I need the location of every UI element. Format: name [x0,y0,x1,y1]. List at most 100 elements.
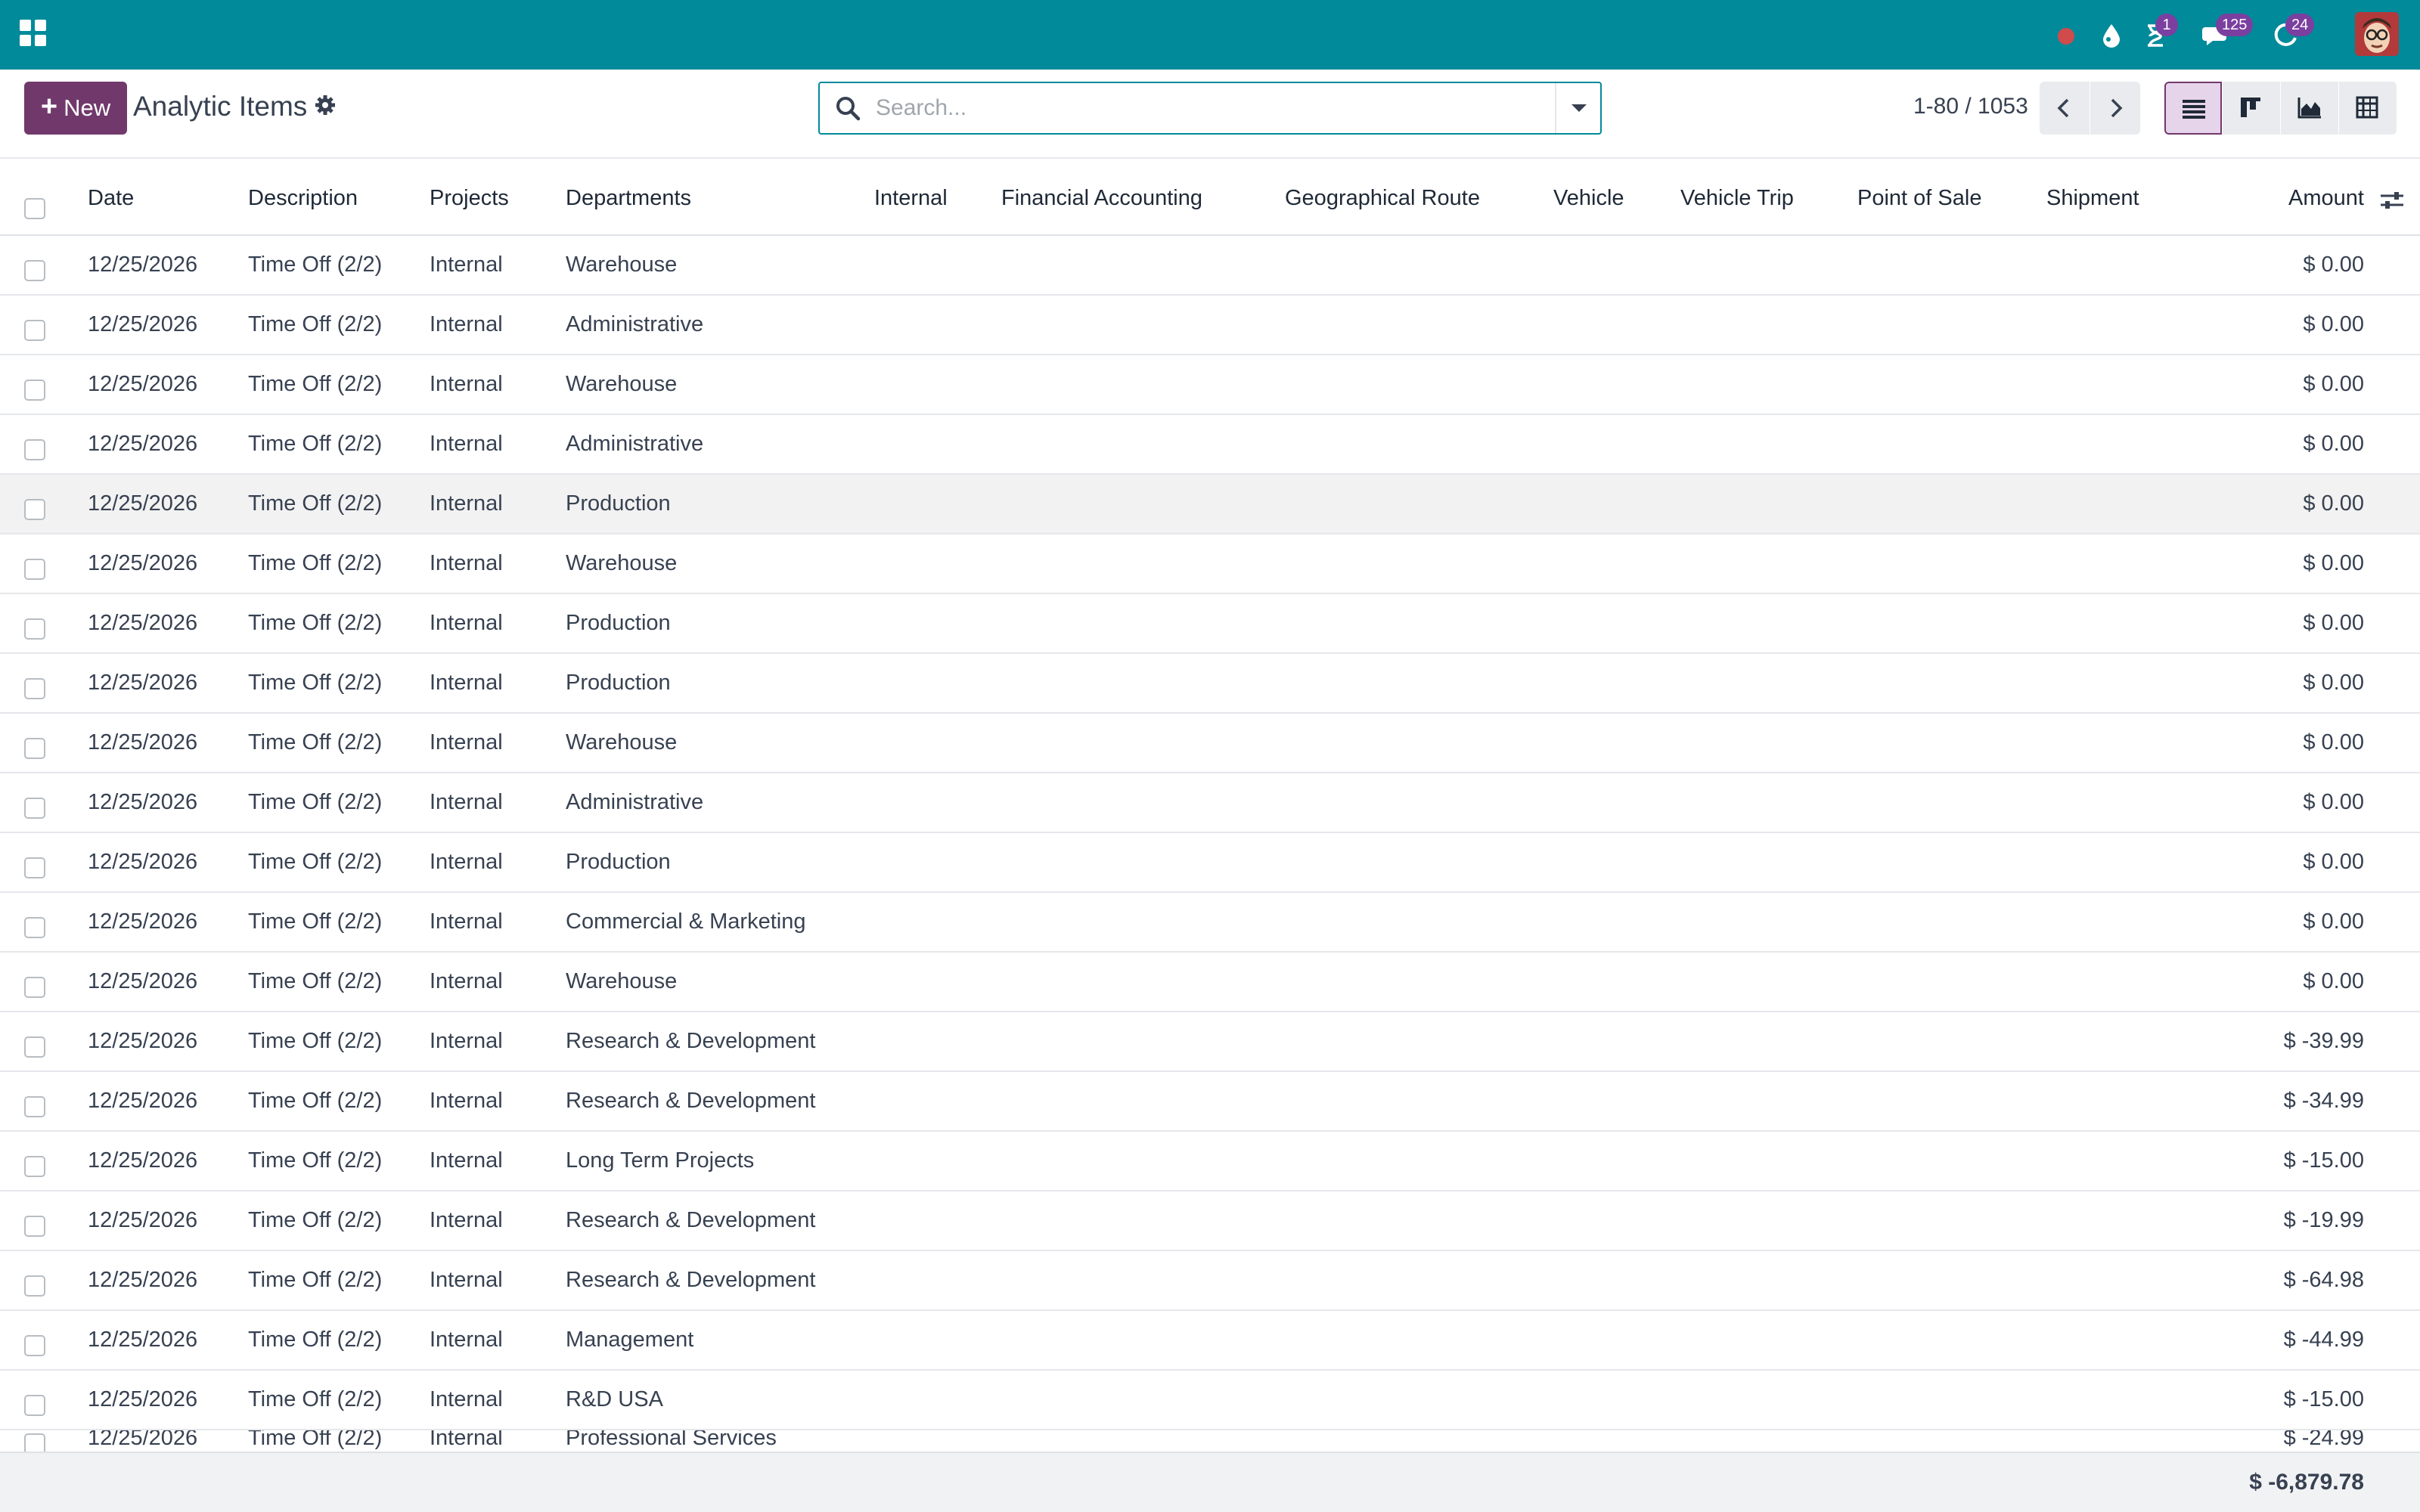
user-avatar[interactable] [2355,12,2399,56]
column-header-vehicle[interactable]: Vehicle [1553,186,1624,211]
cell-amount: $ 0.00 [2303,909,2364,934]
activity-hourglass-icon[interactable]: 1 [2139,14,2178,51]
table-row[interactable]: 12/25/2026 Time Off (2/2) Internal Administ… [0,415,2420,475]
pager-previous-button[interactable] [2040,82,2090,135]
row-checkbox[interactable] [24,1216,45,1237]
partial-table-row[interactable]: 12/25/2026 Time Off (2/2) Internal Profe… [0,1430,2420,1453]
column-header-amount[interactable]: Amount [2288,186,2364,211]
row-checkbox[interactable] [24,1096,45,1117]
cell-project: Internal [430,312,503,336]
table-row[interactable]: 12/25/2026 Time Off (2/2) Internal Research… [0,1072,2420,1132]
apps-menu-icon[interactable] [20,20,50,50]
new-button[interactable]: + New [24,82,127,135]
table-row[interactable]: 12/25/2026 Time Off (2/2) Internal Commerci… [0,893,2420,953]
row-checkbox[interactable] [24,738,45,759]
list-view-button[interactable] [2164,82,2222,135]
row-checkbox[interactable] [24,320,45,341]
cell-department: Administrative [566,432,704,456]
cell-date: 12/25/2026 [88,1029,198,1053]
table-row[interactable]: 12/25/2026 Time Off (2/2) Internal Manageme… [0,1311,2420,1371]
cell-amount: $ -39.99 [2283,1029,2364,1053]
updates-refresh-icon[interactable]: 24 [2269,14,2315,51]
row-checkbox[interactable] [24,559,45,580]
row-checkbox[interactable] [24,1156,45,1177]
cell-project: Internal [430,730,503,754]
row-checkbox[interactable] [24,1275,45,1297]
cell-date: 12/25/2026 [88,491,198,516]
table-row[interactable]: 12/25/2026 Time Off (2/2) Internal R&D USA $… [0,1371,2420,1430]
column-header-description[interactable]: Description [248,186,358,211]
kanban-view-button[interactable] [2223,82,2280,135]
table-row[interactable]: 12/25/2026 Time Off (2/2) Internal Warehous… [0,236,2420,296]
table-row[interactable]: 12/25/2026 Time Off (2/2) Internal Warehous… [0,355,2420,415]
graph-view-button[interactable] [2281,82,2338,135]
column-header-point-of-sale[interactable]: Point of Sale [1857,186,1981,211]
row-checkbox[interactable] [24,977,45,998]
cell-project: Internal [430,850,503,874]
table-row[interactable]: 12/25/2026 Time Off (2/2) Internal Research… [0,1251,2420,1311]
table-row[interactable]: 12/25/2026 Time Off (2/2) Internal Administ… [0,773,2420,833]
optional-columns-sliders-icon[interactable] [2379,189,2405,215]
row-checkbox[interactable] [24,917,45,938]
column-header-shipment[interactable]: Shipment [2046,186,2139,211]
list-header: Date Description Projects Departments In… [0,160,2420,236]
table-row[interactable]: 12/25/2026 Time Off (2/2) Internal Warehous… [0,714,2420,773]
messages-icon[interactable]: 125 [2199,14,2254,51]
cell-amount: $ -44.99 [2283,1328,2364,1352]
table-row[interactable]: 12/25/2026 Time Off (2/2) Internal Long Ter… [0,1132,2420,1191]
select-all-checkbox[interactable] [24,198,45,219]
cell-date: 12/25/2026 [88,790,198,814]
cell-department: R&D USA [566,1387,663,1411]
table-row[interactable]: 12/25/2026 Time Off (2/2) Internal Producti… [0,594,2420,654]
cell-date: 12/25/2026 [88,1148,198,1173]
row-checkbox[interactable] [24,798,45,819]
cell-description: Time Off (2/2) [248,671,383,695]
row-checkbox[interactable] [24,1335,45,1356]
cell-amount: $ -19.99 [2283,1208,2364,1232]
record-dot-icon[interactable] [2049,18,2083,51]
row-checkbox[interactable] [24,1395,45,1416]
column-header-vehicle-trip[interactable]: Vehicle Trip [1680,186,1794,211]
gear-icon[interactable] [313,93,337,121]
pager-next-button[interactable] [2090,82,2140,135]
table-row[interactable]: 12/25/2026 Time Off (2/2) Internal Administ… [0,296,2420,355]
pager-value[interactable]: 1-80 / 1053 [1913,94,2028,119]
table-row[interactable]: 12/25/2026 Time Off (2/2) Internal Producti… [0,654,2420,714]
row-checkbox[interactable] [24,380,45,401]
search-input[interactable] [876,91,1526,125]
column-header-projects[interactable]: Projects [430,186,509,211]
row-checkbox[interactable] [24,678,45,699]
row-checkbox[interactable] [24,857,45,878]
column-header-geographical-route[interactable]: Geographical Route [1285,186,1480,211]
cell-project: Internal [430,1268,503,1292]
row-checkbox[interactable] [24,618,45,640]
cell-department: Commercial & Marketing [566,909,806,934]
table-row[interactable]: 12/25/2026 Time Off (2/2) Internal Producti… [0,475,2420,534]
row-checkbox[interactable] [24,1036,45,1058]
row-checkbox[interactable] [24,439,45,460]
table-row[interactable]: 12/25/2026 Time Off (2/2) Internal Warehous… [0,953,2420,1012]
cell-description: Time Off (2/2) [248,1148,383,1173]
cell-department: Long Term Projects [566,1148,755,1173]
search-options-toggle[interactable] [1555,83,1600,133]
table-row[interactable]: 12/25/2026 Time Off (2/2) Internal Research… [0,1012,2420,1072]
droplet-icon[interactable] [2095,18,2128,51]
table-row[interactable]: 12/25/2026 Time Off (2/2) Internal Research… [0,1191,2420,1251]
cell-date: 12/25/2026 [88,1430,198,1450]
row-checkbox[interactable] [24,260,45,281]
column-header-date[interactable]: Date [88,186,134,211]
cell-date: 12/25/2026 [88,1268,198,1292]
row-checkbox[interactable] [24,1433,45,1453]
cell-description: Time Off (2/2) [248,1268,383,1292]
table-row[interactable]: 12/25/2026 Time Off (2/2) Internal Warehous… [0,534,2420,594]
column-header-internal[interactable]: Internal [874,186,948,211]
cell-project: Internal [430,969,503,993]
cell-amount: $ 0.00 [2303,372,2364,396]
main-navbar: 1 125 24 [0,0,2420,70]
cell-project: Internal [430,1029,503,1053]
pivot-view-button[interactable] [2339,82,2397,135]
column-header-departments[interactable]: Departments [566,186,691,211]
column-header-financial-accounting[interactable]: Financial Accounting [1001,186,1202,211]
row-checkbox[interactable] [24,499,45,520]
table-row[interactable]: 12/25/2026 Time Off (2/2) Internal Producti… [0,833,2420,893]
